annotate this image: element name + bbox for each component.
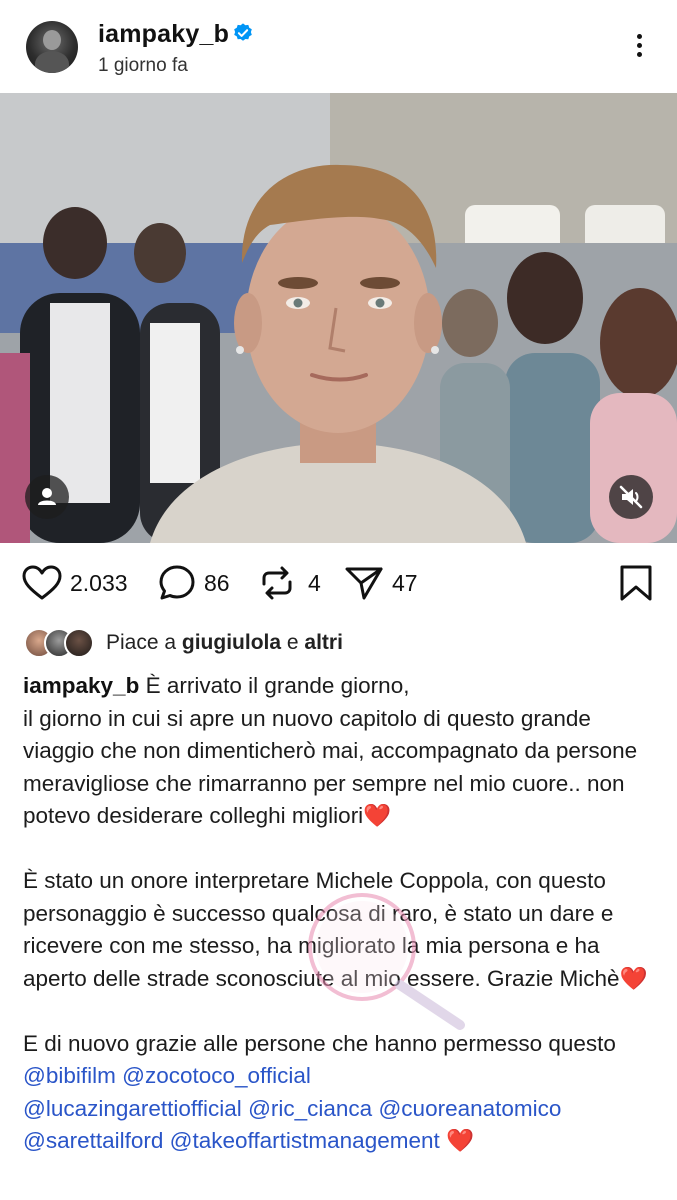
comment-button[interactable]: 86 (158, 563, 230, 603)
liked-by-prefix: Piace a (106, 631, 182, 654)
post-photo[interactable] (0, 93, 677, 543)
repost-count: 4 (308, 569, 321, 596)
save-button[interactable] (619, 564, 653, 607)
caption-p4-block: E di nuovo grazie alle persone che hanno… (23, 1028, 663, 1158)
caption-p4: E di nuovo grazie alle persone che hanno… (23, 1030, 616, 1056)
caption-p1: È arrivato il grande giorno, (139, 673, 410, 698)
heart-emoji: ❤️ (363, 803, 392, 828)
caption-p3-block: È stato un onore interpretare Michele Co… (23, 865, 663, 995)
repost-icon (262, 566, 292, 600)
avatar-body (35, 51, 69, 73)
comment-icon (159, 565, 195, 600)
liker-avatar (64, 628, 94, 658)
post-caption: iampaky_b È arrivato il grande giorno, i… (23, 670, 663, 1158)
post-time: 1 giorno fa (98, 55, 188, 76)
post-header: iampaky_b 1 giorno fa (0, 0, 677, 92)
bookmark-icon (620, 565, 652, 601)
send-icon (345, 567, 383, 600)
mention-link[interactable]: @cuoreanatomico (378, 1096, 561, 1121)
liked-by-user[interactable]: giugiulola (182, 631, 281, 654)
photo-illustration (0, 93, 677, 543)
repost-button[interactable]: 4 (258, 563, 321, 603)
mute-button[interactable] (609, 475, 653, 519)
action-bar: 2.033 86 4 47 (0, 555, 677, 611)
share-button[interactable]: 47 (344, 563, 418, 603)
avatar[interactable] (26, 21, 78, 73)
mention-link[interactable]: @ric_cianca (248, 1096, 372, 1121)
caption-p3: È stato un onore interpretare Michele Co… (23, 868, 620, 991)
more-options-icon[interactable] (624, 30, 654, 64)
liked-by-row[interactable]: Piace a giugiulola e altri (24, 626, 343, 660)
liked-by-middle: e (281, 631, 305, 654)
verified-badge-icon (234, 23, 252, 41)
muted-speaker-icon (619, 485, 643, 509)
caption-p2: il giorno in cui si apre un nuovo capito… (23, 705, 638, 829)
like-button[interactable]: 2.033 (22, 563, 128, 603)
heart-emoji: ❤️ (446, 1128, 475, 1153)
caption-p2-block: il giorno in cui si apre un nuovo capito… (23, 703, 663, 833)
caption-first-line: iampaky_b È arrivato il grande giorno, (23, 670, 663, 703)
heart-emoji: ❤️ (619, 965, 648, 991)
caption-username[interactable]: iampaky_b (23, 673, 139, 698)
like-count: 2.033 (70, 569, 128, 596)
avatar-head (43, 30, 61, 50)
mention-link[interactable]: @bibifilm (23, 1063, 116, 1088)
mention-link[interactable]: @sarettailford (23, 1128, 163, 1153)
comment-count: 86 (204, 569, 230, 596)
mention-link[interactable]: @takeoffartistmanagement (170, 1128, 440, 1153)
liked-by-text: Piace a giugiulola e altri (106, 631, 343, 655)
user-tag-icon (38, 488, 56, 505)
liked-by-others[interactable]: altri (304, 631, 343, 654)
username[interactable]: iampaky_b (98, 20, 229, 49)
mention-link[interactable]: @zocotoco_official (122, 1063, 311, 1088)
user-tag-button[interactable] (25, 475, 69, 519)
mention-link[interactable]: @lucazingarettiofficial (23, 1096, 242, 1121)
heart-icon (22, 565, 62, 600)
share-count: 47 (392, 569, 418, 596)
